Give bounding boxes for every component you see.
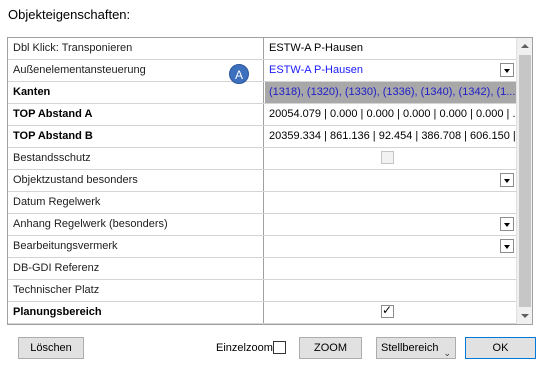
- property-row[interactable]: TOP Abstand A 20054.079 | 0.000 | 0.000 |…: [8, 104, 516, 126]
- property-name: Kanten: [8, 82, 264, 103]
- property-value[interactable]: [265, 148, 516, 169]
- annotation-badge: A: [229, 64, 249, 84]
- chevron-down-icon: ⌄: [443, 348, 451, 358]
- property-name: TOP Abstand B: [8, 126, 264, 147]
- property-grid-rows: Dbl Klick: Transponieren ESTW-A P-Hausen A…: [8, 38, 516, 324]
- property-row[interactable]: Bearbeitungsvermerk: [8, 236, 516, 258]
- chevron-down-icon[interactable]: [500, 173, 514, 187]
- check-icon: ✓: [382, 303, 393, 317]
- property-name: TOP Abstand A: [8, 104, 264, 125]
- property-row[interactable]: Objektzustand besonders: [8, 170, 516, 192]
- property-value[interactable]: [265, 214, 516, 235]
- chevron-down-icon[interactable]: [500, 217, 514, 231]
- property-row[interactable]: Technischer Platz: [8, 280, 516, 302]
- scroll-thumb[interactable]: [519, 55, 531, 307]
- property-value[interactable]: ESTW-A P-Hausen: [265, 60, 516, 81]
- property-value[interactable]: 20359.334 | 861.136 | 92.454 | 386.708 |…: [265, 126, 516, 147]
- property-grid: Dbl Klick: Transponieren ESTW-A P-Hausen A…: [7, 37, 533, 325]
- property-name: Technischer Platz: [8, 280, 264, 301]
- property-value[interactable]: [265, 258, 516, 279]
- property-value[interactable]: [265, 170, 516, 191]
- property-row[interactable]: Anhang Regelwerk (besonders): [8, 214, 516, 236]
- chevron-down-icon[interactable]: [500, 239, 514, 253]
- area-select-value: Stellbereich: [381, 342, 439, 354]
- property-checkbox: [381, 151, 394, 164]
- property-value[interactable]: (1318), (1320), (1330), (1336), (1340), …: [265, 82, 516, 103]
- zoom-button[interactable]: ZOOM: [299, 337, 362, 359]
- property-name: Anhang Regelwerk (besonders): [8, 214, 264, 235]
- property-value[interactable]: [265, 192, 516, 213]
- property-name: Datum Regelwerk: [8, 192, 264, 213]
- scroll-down-icon[interactable]: [517, 308, 532, 324]
- property-row[interactable]: Bestandsschutz: [8, 148, 516, 170]
- property-name: Objektzustand besonders: [8, 170, 264, 191]
- scroll-up-icon[interactable]: [517, 38, 532, 54]
- property-row[interactable]: Datum Regelwerk: [8, 192, 516, 214]
- ok-button[interactable]: OK: [465, 337, 536, 359]
- property-value[interactable]: ✓: [265, 302, 516, 323]
- single-zoom-label: Einzelzoom: [216, 342, 273, 354]
- dialog-title: Objekteigenschaften:: [8, 7, 131, 22]
- property-name: Dbl Klick: Transponieren: [8, 38, 264, 59]
- chevron-down-icon[interactable]: [500, 63, 514, 77]
- property-checkbox[interactable]: ✓: [381, 303, 394, 318]
- property-value[interactable]: [265, 280, 516, 301]
- property-value[interactable]: [265, 236, 516, 257]
- property-row[interactable]: Planungsbereich ✓: [8, 302, 516, 324]
- property-name: Bearbeitungsvermerk: [8, 236, 264, 257]
- property-row[interactable]: TOP Abstand B 20359.334 | 861.136 | 92.45…: [8, 126, 516, 148]
- single-zoom-checkbox[interactable]: [273, 341, 286, 354]
- property-value[interactable]: 20054.079 | 0.000 | 0.000 | 0.000 | 0.00…: [265, 104, 516, 125]
- property-name: Bestandsschutz: [8, 148, 264, 169]
- property-row[interactable]: Dbl Klick: Transponieren ESTW-A P-Hausen: [8, 38, 516, 60]
- property-value[interactable]: ESTW-A P-Hausen: [265, 38, 516, 59]
- vertical-scrollbar[interactable]: [516, 38, 532, 324]
- property-row[interactable]: Kanten (1318), (1320), (1330), (1336), (1…: [8, 82, 516, 104]
- property-name: Planungsbereich: [8, 302, 264, 323]
- property-row[interactable]: Außenelementansteuerung ESTW-A P-Hausen A: [8, 60, 516, 84]
- delete-button[interactable]: Löschen: [18, 337, 84, 359]
- property-name: DB-GDI Referenz: [8, 258, 264, 279]
- property-row[interactable]: DB-GDI Referenz: [8, 258, 516, 280]
- property-name: Außenelementansteuerung: [8, 60, 264, 81]
- area-select[interactable]: Stellbereich ⌄: [376, 337, 456, 359]
- dialog-footer: Löschen Einzelzoom ZOOM Stellbereich ⌄ O…: [0, 336, 542, 360]
